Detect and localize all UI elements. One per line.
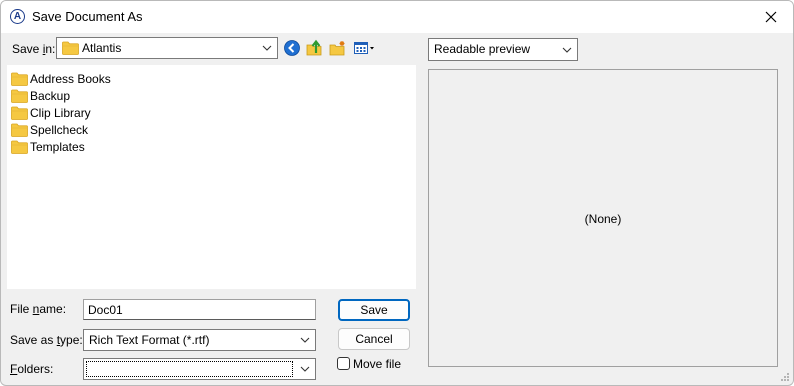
view-menu-icon — [354, 42, 374, 54]
folders-dropdown[interactable] — [83, 358, 316, 380]
folder-icon — [11, 140, 28, 154]
list-item[interactable]: Spellcheck — [11, 121, 88, 138]
list-item[interactable]: Templates — [11, 138, 85, 155]
chevron-down-icon — [562, 47, 572, 53]
preview-pane: (None) — [428, 69, 778, 367]
app-icon: A — [10, 9, 25, 24]
file-list[interactable]: Address Books Backup Clip Library Spellc… — [7, 65, 416, 289]
list-item[interactable]: Address Books — [11, 70, 111, 87]
folder-icon — [11, 72, 28, 86]
list-item-label: Backup — [30, 88, 71, 103]
preview-mode-value: Readable preview — [434, 42, 531, 56]
focus-indicator — [86, 361, 293, 377]
file-name-field[interactable]: Doc01 — [83, 299, 316, 320]
move-file-label: Move file — [353, 357, 402, 371]
up-folder-button[interactable] — [306, 39, 324, 57]
list-item-label: Templates — [30, 139, 85, 154]
new-folder-icon — [329, 41, 345, 56]
new-folder-button[interactable] — [329, 39, 347, 57]
move-file-checkbox[interactable] — [337, 357, 350, 370]
back-button[interactable] — [283, 39, 301, 57]
file-name-label: File name: — [10, 302, 67, 316]
close-button[interactable] — [749, 1, 793, 33]
resize-grip-icon[interactable] — [780, 372, 790, 382]
close-icon — [765, 11, 777, 23]
save-as-type-value: Rich Text Format (*.rtf) — [89, 333, 210, 347]
folder-icon — [11, 123, 28, 137]
back-arrow-icon — [284, 40, 300, 56]
save-as-type-dropdown[interactable]: Rich Text Format (*.rtf) — [83, 329, 316, 351]
window-title: Save Document As — [32, 9, 143, 24]
list-item-label: Clip Library — [30, 105, 91, 120]
list-item[interactable]: Clip Library — [11, 104, 91, 121]
save-in-label: Save in: — [12, 42, 56, 56]
view-menu-button[interactable] — [353, 39, 379, 57]
chevron-down-icon — [262, 45, 272, 51]
save-in-dropdown[interactable]: Atlantis — [56, 37, 278, 59]
folder-icon — [11, 89, 28, 103]
list-item[interactable]: Backup — [11, 87, 70, 104]
list-item-label: Address Books — [30, 71, 111, 86]
save-button[interactable]: Save — [338, 299, 410, 321]
preview-mode-dropdown[interactable]: Readable preview — [428, 38, 578, 61]
file-name-value: Doc01 — [88, 303, 123, 317]
up-folder-icon — [306, 39, 322, 56]
list-item-label: Spellcheck — [30, 122, 89, 137]
save-document-dialog: A Save Document As Save in: Atlantis Add… — [0, 0, 794, 386]
save-as-type-label: Save as type: — [10, 333, 83, 347]
save-in-value: Atlantis — [82, 41, 122, 55]
folder-icon — [62, 41, 79, 55]
chevron-down-icon — [300, 337, 310, 343]
folder-icon — [11, 106, 28, 120]
chevron-down-icon — [300, 366, 310, 372]
folders-label: Folders: — [10, 362, 54, 376]
title-bar: A Save Document As — [1, 1, 793, 33]
preview-content: (None) — [584, 212, 622, 226]
cancel-button[interactable]: Cancel — [338, 328, 410, 350]
